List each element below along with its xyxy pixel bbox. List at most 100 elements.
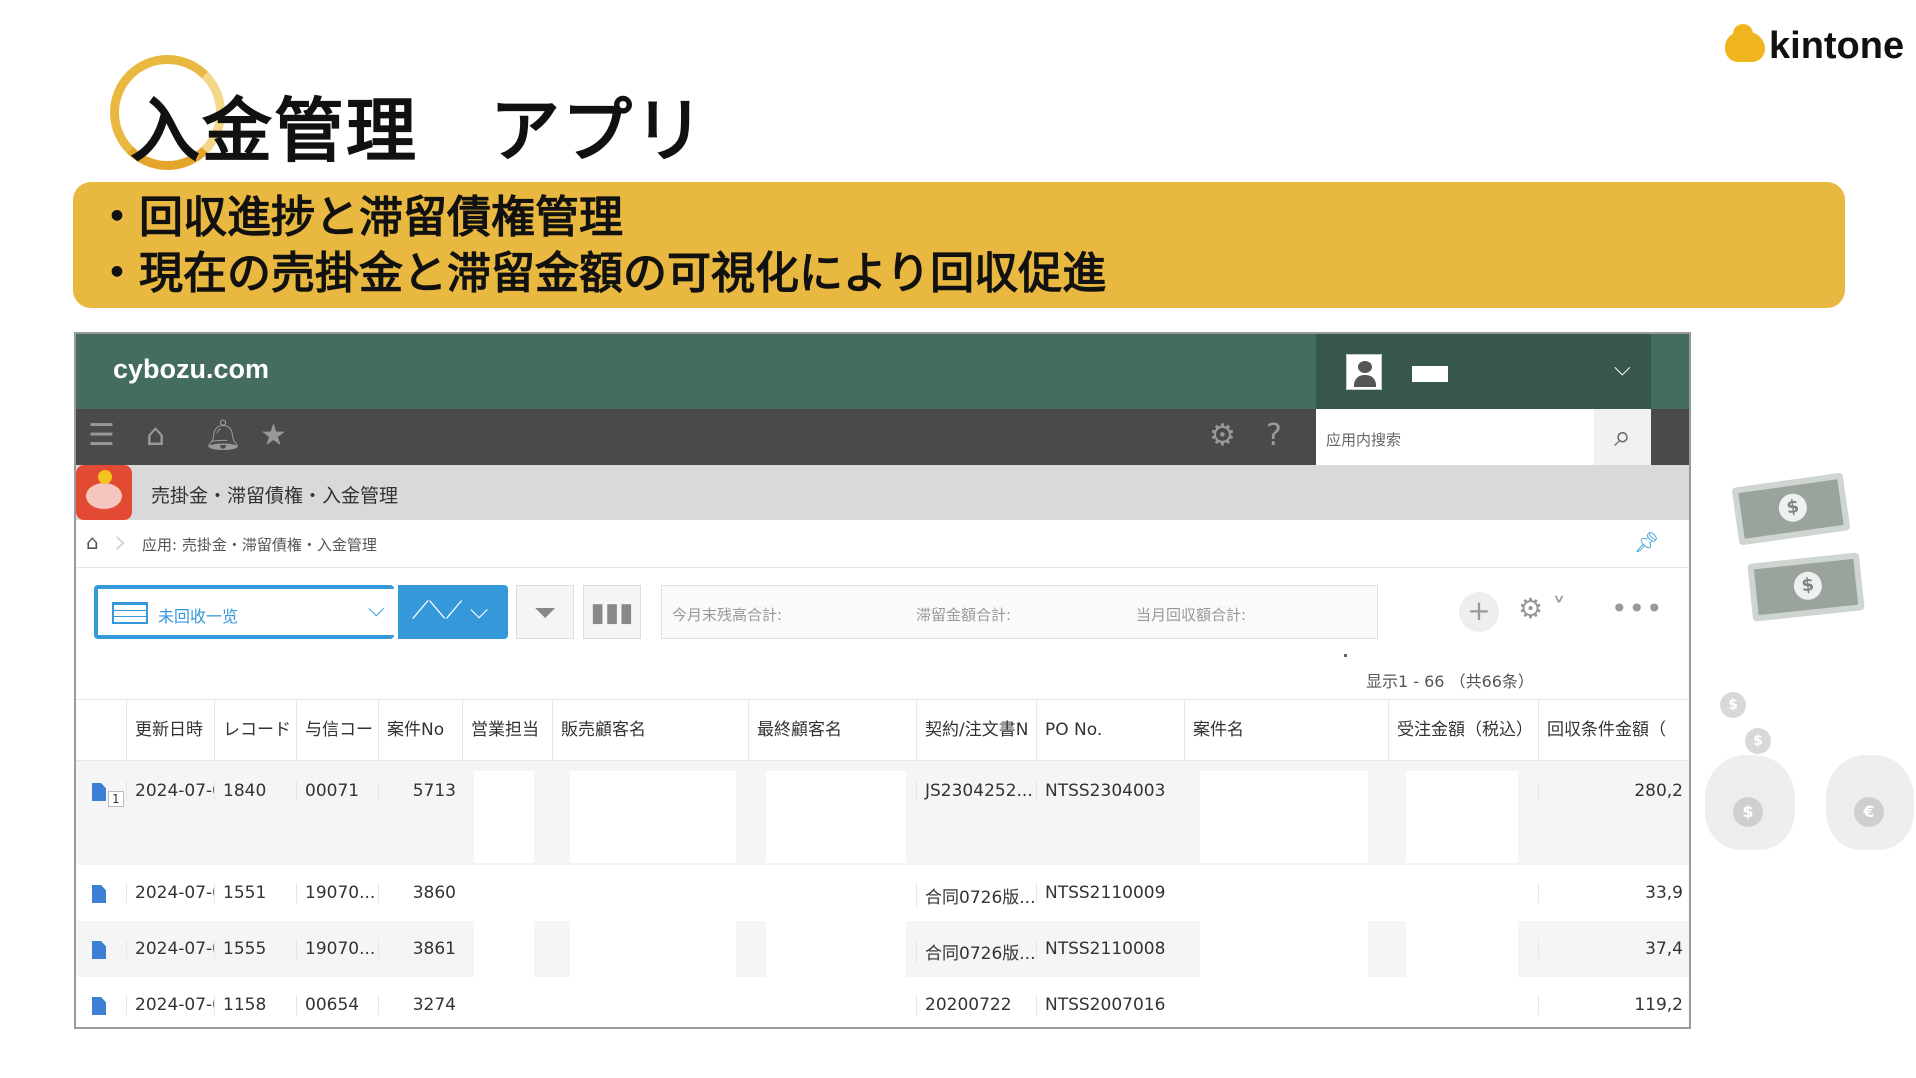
cell-date: 2024-07-0 bbox=[126, 883, 214, 903]
filter-icon[interactable]: ⏷ bbox=[516, 585, 574, 639]
table-header: 更新日時 レコード 与信コー 案件No 営業担当 販売顧客名 最終顧客名 契約/… bbox=[76, 699, 1689, 762]
cell-credit: 19070... bbox=[296, 883, 378, 903]
cell-contract: 20200722 bbox=[916, 995, 1036, 1015]
column-header[interactable]: 受注金額（税込） bbox=[1388, 700, 1538, 762]
cell-date: 2024-07-0 bbox=[126, 939, 214, 959]
breadcrumb-home-icon[interactable]: ⌂ bbox=[86, 530, 99, 554]
comment-count-badge: 1 bbox=[108, 791, 124, 807]
coin-illustration: $ bbox=[1745, 728, 1771, 754]
column-header[interactable]: 回収条件金額（ bbox=[1538, 700, 1689, 762]
redacted-cell bbox=[570, 771, 736, 863]
column-header[interactable]: 更新日時 bbox=[126, 700, 214, 762]
table-row[interactable]: 2024-07-0 1551 19070... 3860 合同0726版... … bbox=[76, 865, 1689, 921]
cell-record: 1158 bbox=[214, 995, 296, 1015]
user-avatar-icon bbox=[1346, 354, 1382, 390]
cell-contract: 合同0726版... bbox=[916, 883, 1036, 908]
bullet-2: ・現在の売掛金と滞留金額の可視化により回収促進 bbox=[95, 248, 1107, 299]
breadcrumb-separator: › bbox=[114, 522, 128, 562]
dollar-icon: $ bbox=[1733, 797, 1763, 827]
app-header: 売掛金・滞留債権・入金管理 bbox=[76, 465, 1689, 520]
slide-title: 入金管理 アプリ bbox=[130, 90, 706, 172]
dollar-icon: $ bbox=[1792, 570, 1824, 602]
cell-amount: 33,9 bbox=[1538, 883, 1689, 903]
cell-credit: 00654 bbox=[296, 995, 378, 1015]
separator-dot bbox=[1344, 654, 1347, 657]
cell-po: NTSS2007016 bbox=[1036, 995, 1184, 1015]
help-icon[interactable]: ? bbox=[1266, 419, 1282, 453]
slide: 入金管理 アプリ kintone ・回収進捗と滞留債権管理 ・現在の売掛金と滞留… bbox=[0, 0, 1916, 1078]
money-bag-illustration: $ bbox=[1705, 755, 1795, 850]
record-detail-icon[interactable] bbox=[92, 997, 106, 1015]
search-icon[interactable]: ⌕ bbox=[1594, 409, 1651, 465]
record-detail-icon[interactable] bbox=[92, 885, 106, 903]
brand-logo[interactable]: cybozu.com bbox=[113, 354, 269, 385]
column-header[interactable]: 与信コー bbox=[296, 700, 378, 762]
view-selector-inner: 未回收一览 ⌵ bbox=[98, 589, 396, 635]
cell-case-no: 3860 bbox=[378, 883, 462, 903]
total-collected: 当月回収額合計: bbox=[1136, 606, 1247, 624]
chevron-down-icon[interactable]: ⌵ bbox=[1614, 356, 1631, 381]
banknote-illustration: $ bbox=[1731, 472, 1851, 546]
table-row[interactable]: 2024-07-0 1158 00654 3274 20200722 NTSS2… bbox=[76, 977, 1689, 1027]
column-header[interactable]: PO No. bbox=[1036, 700, 1184, 762]
record-detail-icon[interactable] bbox=[92, 941, 106, 959]
column-header[interactable]: 販売顧客名 bbox=[552, 700, 748, 762]
chart-icon[interactable]: ▮▮▮ bbox=[583, 585, 641, 639]
column-header[interactable]: 案件名 bbox=[1184, 700, 1388, 762]
redacted-cell bbox=[1406, 771, 1518, 863]
app-title[interactable]: 売掛金・滞留債権・入金管理 bbox=[151, 481, 398, 508]
view-selector[interactable]: 未回收一览 ⌵ bbox=[94, 585, 396, 639]
cell-record: 1840 bbox=[214, 781, 296, 801]
table-row[interactable]: 2024-07-0 1555 19070... 3861 合同0726版... … bbox=[76, 921, 1689, 977]
cell-record: 1555 bbox=[214, 939, 296, 959]
cell-date: 2024-07-0 bbox=[126, 995, 214, 1015]
redacted-cell bbox=[570, 921, 736, 977]
cell-credit: 19070... bbox=[296, 939, 378, 959]
redacted-cell bbox=[1406, 921, 1518, 977]
user-menu[interactable]: ⌵ bbox=[1316, 334, 1651, 409]
table-row[interactable]: 1 2024-07-0 1840 00071 5713 JS2304252...… bbox=[76, 761, 1689, 865]
coin-illustration: $ bbox=[1720, 692, 1746, 718]
total-month-end-balance: 今月末残高合計: bbox=[672, 606, 783, 624]
redacted-cell bbox=[1200, 771, 1368, 863]
nav-bar: ☰ ⌂ 🔔︎ ★ ⚙ ? 应用内搜索 ⌕ bbox=[76, 409, 1689, 465]
column-header[interactable]: レコード bbox=[214, 700, 296, 762]
feature-banner: ・回収進捗と滞留債権管理 ・現在の売掛金と滞留金額の可視化により回収促進 bbox=[73, 182, 1845, 308]
breadcrumb-app[interactable]: 应用: 売掛金・滞留債権・入金管理 bbox=[142, 534, 377, 555]
bell-icon[interactable]: 🔔︎ bbox=[204, 419, 242, 453]
cell-po: NTSS2110008 bbox=[1036, 939, 1184, 959]
column-header[interactable]: 営業担当 bbox=[462, 700, 552, 762]
chevron-down-icon: ⌵ bbox=[368, 597, 385, 622]
cell-credit: 00071 bbox=[296, 781, 378, 801]
column-header[interactable]: 最終顧客名 bbox=[748, 700, 916, 762]
pin-icon[interactable]: 📌︎ bbox=[1634, 530, 1659, 554]
column-header[interactable]: 案件No bbox=[378, 700, 462, 762]
menu-icon[interactable]: ☰ bbox=[88, 419, 115, 453]
more-options-icon[interactable]: ••• bbox=[1611, 592, 1664, 625]
piggy-bank-icon bbox=[76, 465, 132, 520]
dollar-icon: $ bbox=[1777, 491, 1809, 524]
redacted-cell bbox=[474, 921, 534, 977]
kintone-cloud-icon bbox=[1725, 23, 1765, 62]
add-record-button[interactable]: + bbox=[1459, 592, 1499, 632]
record-detail-icon[interactable] bbox=[92, 783, 106, 801]
column-header[interactable]: 契約/注文書N bbox=[916, 700, 1036, 762]
redacted-cell bbox=[1200, 921, 1368, 977]
global-header: cybozu.com ⌵ bbox=[76, 334, 1689, 409]
totals-panel: 今月末残高合計: 滞留金額合計: 当月回収額合計: bbox=[661, 585, 1378, 639]
redacted-cell bbox=[474, 771, 534, 863]
user-name-redacted bbox=[1412, 366, 1448, 382]
star-icon[interactable]: ★ bbox=[260, 419, 287, 453]
cell-case-no: 5713 bbox=[378, 781, 462, 801]
list-view-icon bbox=[112, 602, 148, 624]
graph-view-button[interactable]: ⟋⟍⟋ ⌵ bbox=[398, 585, 508, 639]
cell-amount: 280,2 bbox=[1538, 781, 1689, 801]
home-icon[interactable]: ⌂ bbox=[146, 419, 165, 453]
cell-case-no: 3274 bbox=[378, 995, 462, 1015]
search-input[interactable]: 应用内搜索 bbox=[1316, 409, 1594, 465]
redacted-cell bbox=[766, 771, 906, 863]
kintone-logo-text: kintone bbox=[1769, 25, 1905, 67]
cell-case-no: 3861 bbox=[378, 939, 462, 959]
gear-icon[interactable]: ⚙ bbox=[1209, 419, 1236, 453]
app-settings-icon[interactable]: ⚙︎ ˅ bbox=[1518, 592, 1566, 625]
